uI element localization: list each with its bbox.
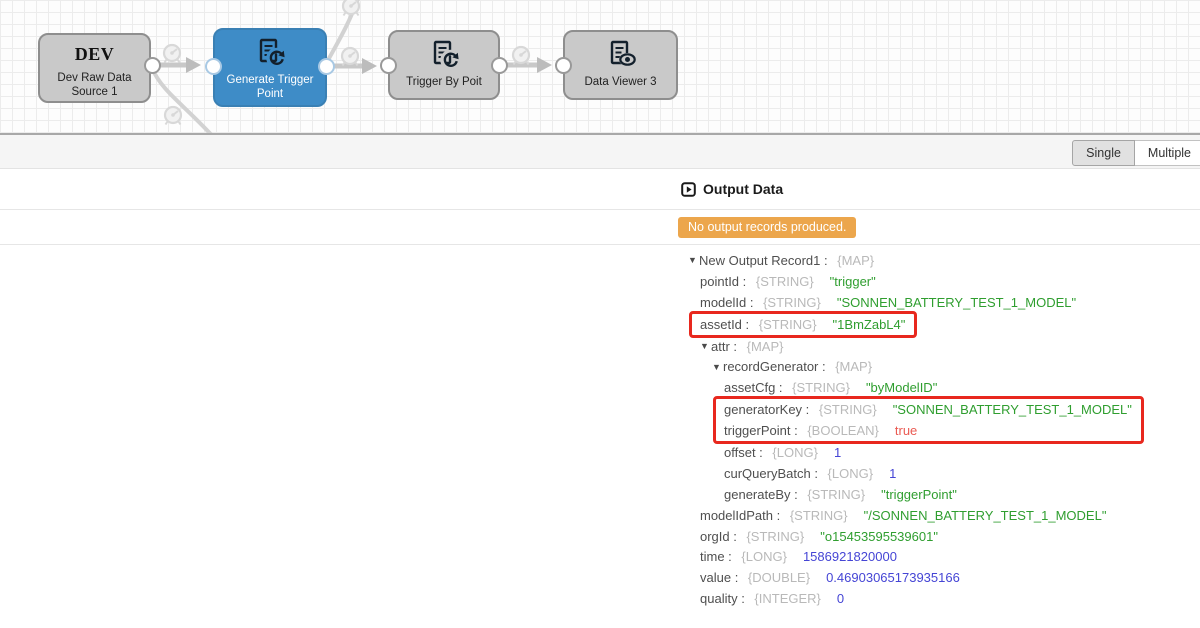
- node-generate-trigger-point[interactable]: Generate Trigger Point: [213, 28, 327, 107]
- document-refresh-icon: [215, 37, 325, 69]
- tree-key: assetCfg :: [724, 380, 786, 395]
- notice-row: No output records produced.: [0, 210, 1200, 245]
- tree-row-assetid: assetId : {STRING} "1BmZabL4": [700, 314, 905, 335]
- tree-row-time: time : {LONG} 1586921820000: [688, 546, 1200, 567]
- node-label: Generate Trigger Point: [215, 74, 325, 101]
- tree-row-triggerpoint: triggerPoint : {BOOLEAN} true: [724, 420, 1132, 441]
- section-title: Output Data: [703, 181, 783, 197]
- tree-type: {DOUBLE}: [748, 570, 810, 585]
- tree-row-modelidpath: modelIdPath : {STRING} "/SONNEN_BATTERY_T…: [688, 505, 1200, 526]
- tree-type: {BOOLEAN}: [807, 423, 879, 438]
- connector-dot-output[interactable]: [491, 57, 508, 74]
- tree-value: 1586921820000: [803, 549, 897, 564]
- output-data-section-header: Output Data: [0, 169, 1200, 210]
- tree-key: recordGenerator :: [723, 359, 829, 374]
- document-eye-icon: [565, 39, 676, 71]
- connector-dot-output[interactable]: [144, 57, 161, 74]
- tree-row-new-output-record1: ▼New Output Record1 : {MAP}: [688, 250, 1200, 271]
- tree-key: time :: [700, 549, 735, 564]
- tree-type: {LONG}: [828, 466, 874, 481]
- tree-type: {LONG}: [741, 549, 787, 564]
- tree-row-offset: offset : {LONG} 1: [688, 442, 1200, 463]
- tree-row-pointid: pointId : {STRING} "trigger": [688, 271, 1200, 292]
- tree-type: {MAP}: [837, 253, 874, 268]
- tree-type: {STRING}: [792, 380, 850, 395]
- tree-key: New Output Record1 :: [699, 253, 831, 268]
- tree-value: "1BmZabL4": [833, 317, 906, 332]
- tree-value: 0.46903065173935166: [826, 570, 960, 585]
- tree-type: {STRING}: [819, 402, 877, 417]
- tree-row-value: value : {DOUBLE} 0.46903065173935166: [688, 567, 1200, 588]
- tree-type: {STRING}: [746, 529, 804, 544]
- tree-value: true: [895, 423, 917, 438]
- tree-value: "SONNEN_BATTERY_TEST_1_MODEL": [837, 295, 1076, 310]
- tree-row-orgid: orgId : {STRING} "o15453595539601": [688, 526, 1200, 547]
- collapse-arrow-icon[interactable]: ▼: [700, 341, 711, 351]
- tree-key: modelIdPath :: [700, 508, 784, 523]
- tree-type: {MAP}: [835, 359, 872, 374]
- tree-type: {STRING}: [807, 487, 865, 502]
- tree-key: assetId :: [700, 317, 753, 332]
- node-label: Data Viewer 3: [565, 76, 676, 90]
- tree-key: curQueryBatch :: [724, 466, 822, 481]
- tree-value: 1: [889, 466, 896, 481]
- tree-key: pointId :: [700, 274, 750, 289]
- tree-key: modelId :: [700, 295, 757, 310]
- tree-row-assetcfg: assetCfg : {STRING} "byModelID": [688, 377, 1200, 398]
- tree-key: triggerPoint :: [724, 423, 801, 438]
- tree-key: quality :: [700, 591, 748, 606]
- tree-row-generateby: generateBy : {STRING} "triggerPoint": [688, 484, 1200, 505]
- tree-row-attr: ▼attr : {MAP}: [688, 336, 1200, 357]
- tree-row-generatorkey: generatorKey : {STRING} "SONNEN_BATTERY_T…: [724, 399, 1132, 420]
- tree-row-curquerybatch: curQueryBatch : {LONG} 1: [688, 463, 1200, 484]
- tree-key: orgId :: [700, 529, 740, 544]
- collapse-arrow-icon[interactable]: ▼: [688, 255, 699, 265]
- node-data-viewer-3[interactable]: Data Viewer 3: [563, 30, 678, 100]
- tree-row-recordgenerator: ▼recordGenerator : {MAP}: [688, 356, 1200, 377]
- output-record-tree: ▼New Output Record1 : {MAP}pointId : {ST…: [0, 245, 1200, 609]
- multiple-mode-button[interactable]: Multiple: [1135, 140, 1200, 166]
- highlight-red-box: generatorKey : {STRING} "SONNEN_BATTERY_T…: [713, 396, 1144, 444]
- tree-type: {STRING}: [759, 317, 817, 332]
- node-dev-logo: DEV: [40, 44, 149, 65]
- tree-key: attr :: [711, 339, 741, 354]
- highlight-red-box: assetId : {STRING} "1BmZabL4": [689, 311, 917, 338]
- tree-type: {STRING}: [790, 508, 848, 523]
- tree-value: "triggerPoint": [881, 487, 957, 502]
- tree-value: "/SONNEN_BATTERY_TEST_1_MODEL": [864, 508, 1107, 523]
- tree-key: value :: [700, 570, 742, 585]
- tree-type: {INTEGER}: [754, 591, 820, 606]
- preview-toolbar: Single Multiple: [0, 135, 1200, 169]
- tree-type: {MAP}: [747, 339, 784, 354]
- connector-dot-output[interactable]: [318, 58, 335, 75]
- node-trigger-by-poit[interactable]: Trigger By Poit: [388, 30, 500, 100]
- document-refresh-icon: [390, 39, 498, 71]
- tree-key: generatorKey :: [724, 402, 813, 417]
- tree-type: {STRING}: [756, 274, 814, 289]
- node-label: Trigger By Poit: [390, 76, 498, 90]
- pipeline-canvas[interactable]: DEV Dev Raw Data Source 1 Generate Trigg…: [0, 0, 1200, 135]
- collapse-arrow-icon[interactable]: ▼: [712, 362, 723, 372]
- tree-value: "trigger": [830, 274, 876, 289]
- tree-value: 0: [837, 591, 844, 606]
- node-dev-raw-data-source[interactable]: DEV Dev Raw Data Source 1: [38, 33, 151, 103]
- tree-value: "SONNEN_BATTERY_TEST_1_MODEL": [893, 402, 1132, 417]
- tree-value: "byModelID": [866, 380, 937, 395]
- connector-dot-input[interactable]: [380, 57, 397, 74]
- tree-value: 1: [834, 445, 841, 460]
- connector-dot-input[interactable]: [205, 58, 222, 75]
- tree-type: {STRING}: [763, 295, 821, 310]
- tree-type: {LONG}: [772, 445, 818, 460]
- tree-key: generateBy :: [724, 487, 801, 502]
- tree-row-quality: quality : {INTEGER} 0: [688, 588, 1200, 609]
- no-output-records-badge: No output records produced.: [678, 217, 856, 238]
- node-label: Dev Raw Data Source 1: [40, 72, 149, 99]
- record-mode-toggle: Single Multiple: [1072, 140, 1200, 166]
- tree-key: offset :: [724, 445, 766, 460]
- play-square-icon: [681, 182, 696, 197]
- tree-row-modelid: modelId : {STRING} "SONNEN_BATTERY_TEST_1…: [688, 292, 1200, 313]
- single-mode-button[interactable]: Single: [1072, 140, 1135, 166]
- tree-value: "o15453595539601": [820, 529, 938, 544]
- connector-dot-input[interactable]: [555, 57, 572, 74]
